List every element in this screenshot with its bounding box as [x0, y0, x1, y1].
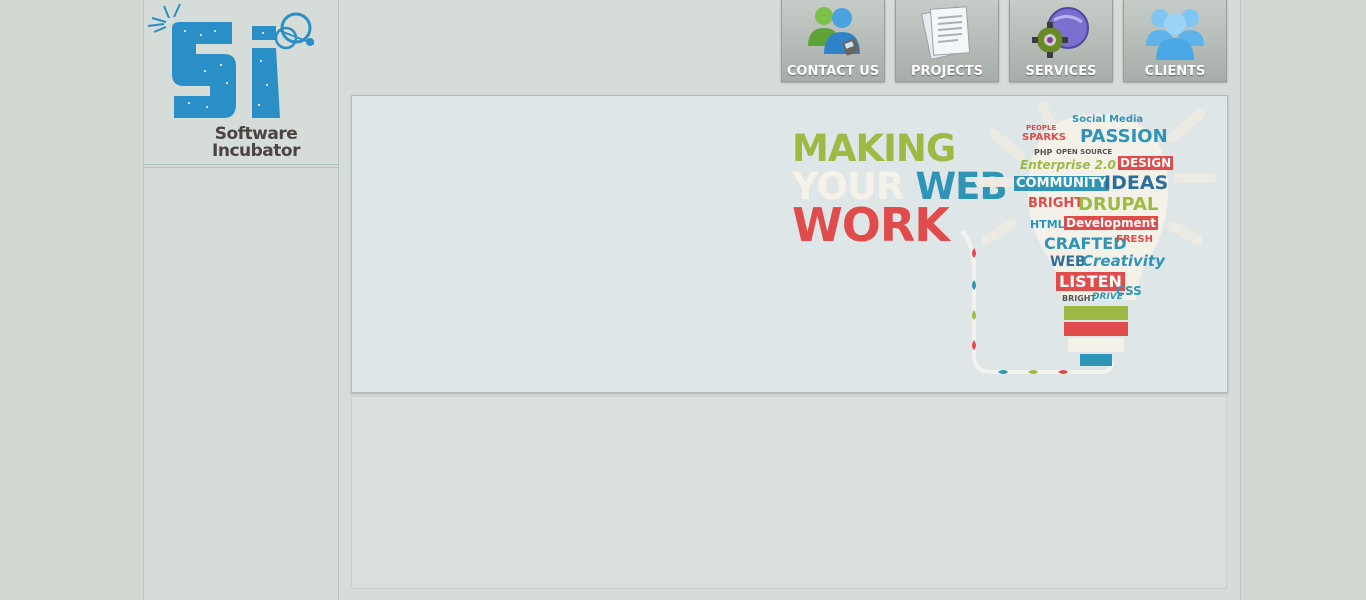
nav-projects-label: PROJECTS	[910, 64, 984, 79]
nav-clients-label: CLIENTS	[1144, 64, 1206, 79]
users-contact-icon	[808, 7, 860, 56]
nav-projects-button[interactable]: PROJECTS	[895, 0, 999, 82]
gears-globe-icon	[1032, 7, 1089, 58]
bulb-word: BRIGHT	[1028, 196, 1084, 211]
bulb-word: SPARKS	[1022, 132, 1067, 143]
bulb-word: PASSION	[1080, 126, 1168, 147]
nav-clients-button[interactable]: CLIENTS	[1123, 0, 1227, 82]
nav-contact-us-label: CONTACT US	[786, 64, 880, 79]
bulb-word: COMMUNITY	[1014, 176, 1110, 191]
bulb-word: WEB	[1050, 254, 1086, 270]
sidebar: Software Incubator	[144, 0, 339, 600]
logo-line-2: Incubator	[212, 141, 300, 161]
nav-services-label: SERVICES	[1025, 64, 1097, 79]
bulb-word: DESIGN	[1118, 156, 1174, 170]
hero-banner: MAKING YOUR WEB WORK Social Media PEOPLE…	[351, 95, 1228, 393]
logo[interactable]: Software Incubator	[144, 0, 338, 165]
bulb-word: Social Media	[1072, 114, 1144, 125]
bulb-word: FRESH	[1116, 234, 1153, 245]
nav-contact-us-button[interactable]: CONTACT US	[781, 0, 885, 82]
bulb-word: LISTEN	[1056, 272, 1125, 291]
bulb-word: CSS	[1116, 284, 1142, 298]
documents-icon	[921, 6, 971, 60]
bulb-word: CRAFTED	[1044, 234, 1127, 253]
sidebar-divider	[144, 167, 338, 168]
bulb-word: OPEN SOURCE	[1056, 148, 1113, 156]
bulb-word: Development	[1064, 216, 1158, 230]
main-content-area	[351, 396, 1227, 589]
bulb-word: IDEAS	[1104, 172, 1169, 194]
group-people-icon	[1146, 9, 1204, 60]
bulb-word: PEOPLE	[1026, 124, 1057, 132]
logo-mark-icon	[147, 3, 315, 118]
bulb-word: PHP	[1034, 148, 1053, 157]
bulb-word-cloud: Social Media PEOPLE SPARKS PASSION PHP O…	[1014, 114, 1190, 304]
nav-services-button[interactable]: SERVICES	[1009, 0, 1113, 82]
bulb-word: Enterprise 2.0	[1020, 158, 1116, 172]
bulb-word: BRIGHT	[1062, 294, 1096, 303]
bulb-word: Creativity	[1082, 252, 1165, 270]
bulb-word: DRUPAL	[1078, 194, 1159, 215]
logo-text: Software Incubator	[196, 126, 316, 160]
